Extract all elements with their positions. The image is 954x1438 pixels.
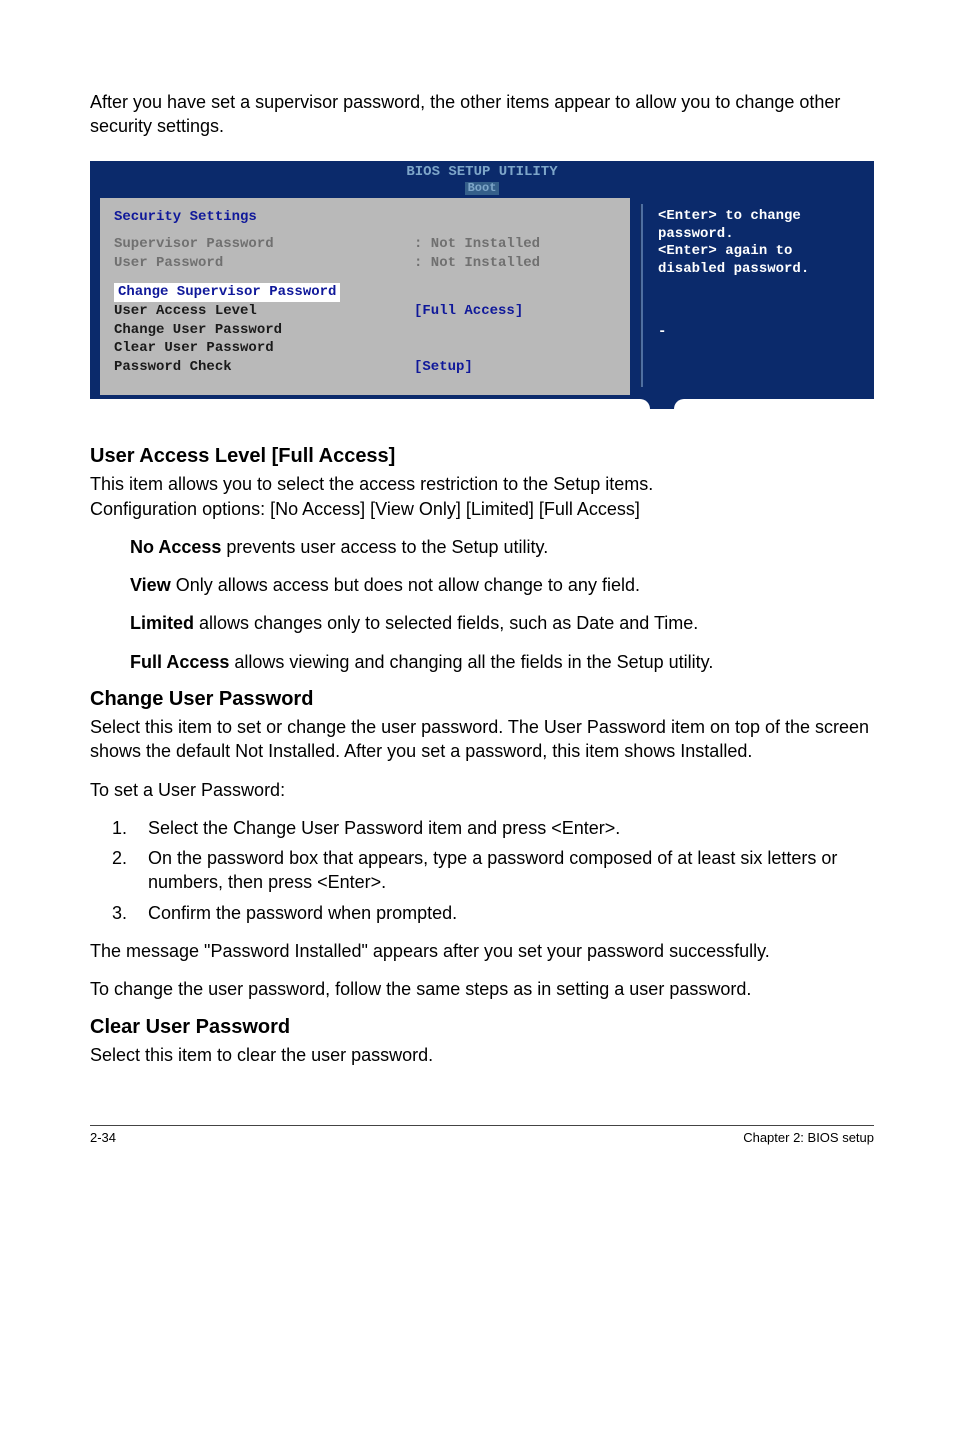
ual-limited: Limited allows changes only to selected … <box>90 611 874 635</box>
step-2: On the password box that appears, type a… <box>132 846 874 895</box>
label: Change User Password <box>114 321 414 340</box>
cup-p2: To set a User Password: <box>90 778 874 802</box>
label: User Access Level <box>114 302 414 321</box>
divider <box>640 204 643 387</box>
help-dash: - <box>658 324 860 342</box>
footer-divider <box>90 1125 874 1126</box>
label: Password Check <box>114 358 414 377</box>
page-footer: 2-34 Chapter 2: BIOS setup <box>90 1130 874 1145</box>
row-supervisor-password: Supervisor Password : Not Installed <box>114 235 616 254</box>
row-clear-user-password[interactable]: Clear User Password <box>114 339 616 358</box>
intro-paragraph: After you have set a supervisor password… <box>90 90 874 139</box>
label: Full Access <box>130 652 229 672</box>
row-user-access-level[interactable]: User Access Level [Full Access] <box>114 302 616 321</box>
ual-no-access: No Access prevents user access to the Se… <box>90 535 874 559</box>
heading-change-user-password: Change User Password <box>90 688 874 711</box>
help-line-2: <Enter> again to disabled password. <box>658 243 860 278</box>
step-3: Confirm the password when prompted. <box>132 901 874 925</box>
cup-steps: Select the Change User Password item and… <box>90 816 874 925</box>
label: Clear User Password <box>114 339 414 358</box>
row-password-check[interactable]: Password Check [Setup] <box>114 358 616 377</box>
bios-screenshot: BIOS SETUP UTILITY Boot Security Setting… <box>90 161 874 410</box>
label: View <box>130 575 171 595</box>
value: [Setup] <box>414 358 473 377</box>
cup-p4: To change the user password, follow the … <box>90 977 874 1001</box>
value: : Not Installed <box>414 254 540 273</box>
row-user-password: User Password : Not Installed <box>114 254 616 273</box>
value: [Full Access] <box>414 302 523 321</box>
text: allows changes only to selected fields, … <box>194 613 698 633</box>
row-change-supervisor-password[interactable]: Change Supervisor Password <box>114 283 340 302</box>
page-number: 2-34 <box>90 1130 116 1145</box>
ual-full-access: Full Access allows viewing and changing … <box>90 650 874 674</box>
label: Supervisor Password <box>114 235 414 254</box>
text: Only allows access but does not allow ch… <box>171 575 640 595</box>
bios-tab-boot: Boot <box>465 182 500 195</box>
step-1: Select the Change User Password item and… <box>132 816 874 840</box>
cup-p3: The message "Password Installed" appears… <box>90 939 874 963</box>
ual-p2: Configuration options: [No Access] [View… <box>90 497 874 521</box>
bios-title: BIOS SETUP UTILITY <box>90 165 874 180</box>
chapter-label: Chapter 2: BIOS setup <box>743 1130 874 1145</box>
heading-user-access-level: User Access Level [Full Access] <box>90 445 874 468</box>
row-change-user-password[interactable]: Change User Password <box>114 321 616 340</box>
cup-p1: Select this item to set or change the us… <box>90 715 874 764</box>
text: allows viewing and changing all the fiel… <box>229 652 713 672</box>
ual-p1: This item allows you to select the acces… <box>90 472 874 496</box>
label: No Access <box>130 537 221 557</box>
help-line-1: <Enter> to change password. <box>658 208 860 243</box>
label: Limited <box>130 613 194 633</box>
text: prevents user access to the Setup utilit… <box>221 537 548 557</box>
label: User Password <box>114 254 414 273</box>
clp-p1: Select this item to clear the user passw… <box>90 1043 874 1067</box>
heading-clear-user-password: Clear User Password <box>90 1016 874 1039</box>
bios-security-panel: Security Settings Supervisor Password : … <box>100 198 630 395</box>
ual-view: View Only allows access but does not all… <box>90 573 874 597</box>
panel-heading: Security Settings <box>114 208 616 227</box>
bios-help-text: <Enter> to change password. <Enter> agai… <box>658 208 860 342</box>
value: : Not Installed <box>414 235 540 254</box>
